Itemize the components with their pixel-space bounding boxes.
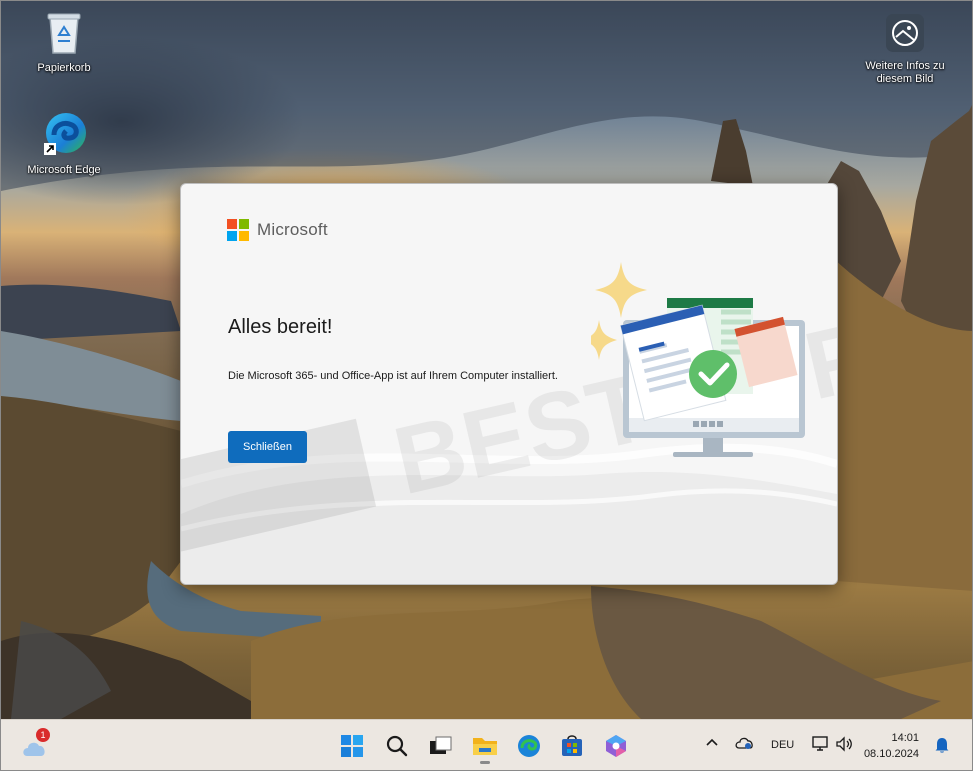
task-view-button[interactable] — [422, 728, 458, 764]
close-button[interactable]: Schließen — [228, 431, 307, 463]
bell-icon — [935, 738, 949, 753]
desktop-icon-label: Weitere Infos zu diesem Bild — [865, 60, 945, 85]
onedrive-tray-button[interactable] — [735, 735, 755, 754]
chevron-up-icon — [706, 738, 718, 746]
notifications-button[interactable] — [934, 736, 950, 757]
taskbar-clock[interactable]: 14:01 08.10.2024 — [859, 730, 919, 762]
weather-widget-button[interactable]: 1 — [17, 728, 53, 764]
desktop-icon-recycle-bin[interactable]: Papierkorb — [25, 11, 103, 75]
clock-time: 14:01 — [891, 732, 919, 744]
clock-date: 08.10.2024 — [863, 748, 919, 760]
dialog-title: Alles bereit! — [228, 316, 333, 338]
start-button[interactable] — [334, 728, 370, 764]
taskbar: 1 DEU 14:01 08.10.2024 — [1, 719, 972, 770]
logo-square-red — [227, 219, 237, 229]
desktop-icon-label: Microsoft Edge — [27, 164, 101, 176]
edge-icon — [518, 735, 540, 757]
logo-square-green — [239, 219, 249, 229]
network-tray-button[interactable] — [811, 735, 831, 756]
checkmark-icon — [689, 350, 737, 398]
picture-info-icon — [886, 14, 924, 52]
store-button[interactable] — [554, 728, 590, 764]
search-button[interactable] — [379, 728, 415, 764]
microsoft-windows-logo-icon — [227, 219, 249, 241]
file-explorer-icon — [473, 738, 497, 755]
search-icon — [386, 735, 408, 757]
store-icon — [562, 735, 582, 756]
microsoft-logo: Microsoft — [227, 219, 328, 241]
sparkle-large-icon — [595, 262, 647, 318]
copilot-button[interactable] — [598, 728, 634, 764]
desktop-screen: Papierkorb Microsoft Edge Weitere Infos … — [0, 0, 973, 771]
logo-square-blue — [227, 231, 237, 241]
dialog-message: Die Microsoft 365- und Office-App ist au… — [228, 370, 558, 382]
task-view-icon — [430, 736, 452, 754]
computer-check-illustration — [591, 262, 805, 457]
language-indicator[interactable]: DEU — [771, 739, 794, 751]
volume-tray-button[interactable] — [835, 735, 855, 756]
file-explorer-button[interactable] — [467, 728, 503, 764]
edge-icon — [44, 113, 86, 155]
network-icon — [812, 736, 828, 751]
sparkle-small-icon — [591, 320, 617, 360]
notification-badge: 1 — [36, 728, 50, 742]
desktop-icon-label: Papierkorb — [37, 62, 91, 74]
onedrive-icon — [735, 737, 753, 749]
office-setup-dialog: BEST SOFTWARE BEST Microsoft Alles berei… — [180, 183, 838, 585]
recycle-bin-icon — [47, 13, 81, 54]
speaker-icon — [836, 736, 852, 752]
show-hidden-icons-button[interactable] — [705, 736, 719, 753]
copilot-icon — [606, 735, 626, 757]
desktop-icon-edge[interactable]: Microsoft Edge — [21, 109, 107, 177]
logo-square-yellow — [239, 231, 249, 241]
desktop-icon-picture-info[interactable]: Weitere Infos zu diesem Bild — [857, 13, 953, 86]
brand-name: Microsoft — [257, 220, 328, 239]
edge-taskbar-button[interactable] — [511, 728, 547, 764]
start-icon — [341, 735, 363, 757]
